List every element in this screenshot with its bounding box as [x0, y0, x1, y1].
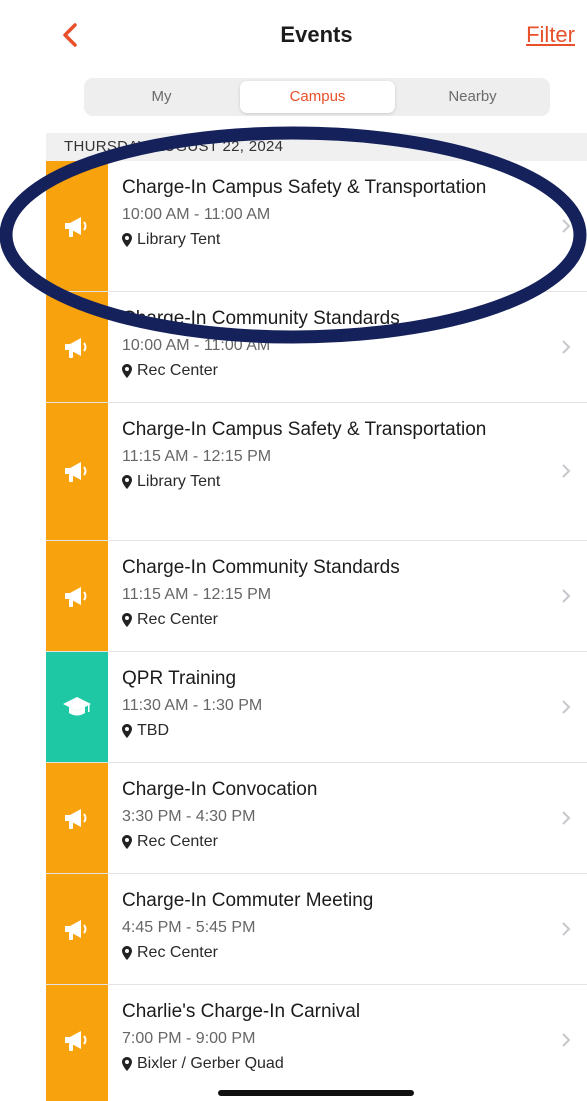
event-time: 11:30 AM - 1:30 PM [122, 697, 263, 714]
event-content: Charlie's Charge-In Carnival 7:00 PM - 9… [122, 999, 547, 1075]
chevron-right-icon [562, 219, 571, 233]
megaphone-icon [65, 1031, 87, 1051]
event-location-label: TBD [137, 722, 169, 739]
location-pin-icon [122, 946, 132, 960]
event-location-label: Rec Center [137, 362, 218, 379]
category-stripe [46, 874, 108, 984]
event-title: Charge-In Campus Safety & Transportation [122, 177, 487, 198]
location-pin-icon [122, 835, 132, 849]
chevron-right-icon [562, 811, 571, 825]
event-title: Charge-In Convocation [122, 779, 318, 800]
megaphone-icon [65, 809, 87, 829]
filter-button[interactable]: Filter [526, 22, 575, 48]
category-stripe [46, 985, 108, 1101]
category-stripe [46, 161, 108, 291]
event-time: 10:00 AM - 11:00 AM [122, 337, 271, 354]
chevron-right-icon [562, 464, 571, 478]
category-stripe [46, 292, 108, 402]
event-location: Bixler / Gerber Quad [122, 1053, 547, 1075]
event-location: Library Tent [122, 471, 547, 493]
chevron-right-icon [562, 700, 571, 714]
event-time: 11:15 AM - 12:15 PM [122, 586, 272, 603]
event-title: Charge-In Community Standards [122, 308, 400, 329]
location-pin-icon [122, 364, 132, 378]
location-pin-icon [122, 1057, 132, 1071]
events-screen: Events Filter My Campus Nearby THURSDAY,… [46, 0, 587, 1101]
event-row[interactable]: Charlie's Charge-In Carnival 7:00 PM - 9… [46, 985, 587, 1101]
category-stripe [46, 763, 108, 873]
event-time: 10:00 AM - 11:00 AM [122, 206, 271, 223]
event-location: Rec Center [122, 609, 547, 631]
event-location-label: Rec Center [137, 611, 218, 628]
category-stripe [46, 403, 108, 540]
event-row[interactable]: Charge-In Campus Safety & Transportation… [46, 403, 587, 541]
event-content: QPR Training 11:30 AM - 1:30 PM TBD [122, 666, 547, 742]
event-row[interactable]: Charge-In Commuter Meeting 4:45 PM - 5:4… [46, 874, 587, 985]
event-location-label: Library Tent [137, 473, 221, 490]
event-title: QPR Training [122, 668, 237, 689]
event-location: TBD [122, 720, 547, 742]
nav-header: Events Filter [46, 0, 587, 70]
event-content: Charge-In Campus Safety & Transportation… [122, 417, 547, 493]
event-row[interactable]: Charge-In Community Standards 11:15 AM -… [46, 541, 587, 652]
event-location: Rec Center [122, 831, 547, 853]
chevron-right-icon [562, 340, 571, 354]
category-stripe [46, 541, 108, 651]
left-margin [0, 0, 46, 1101]
event-location-label: Rec Center [137, 833, 218, 850]
event-row[interactable]: Charge-In Convocation 3:30 PM - 4:30 PM … [46, 763, 587, 874]
event-content: Charge-In Community Standards 10:00 AM -… [122, 306, 547, 382]
event-title: Charge-In Community Standards [122, 557, 400, 578]
event-content: Charge-In Campus Safety & Transportation… [122, 175, 547, 251]
event-location-label: Bixler / Gerber Quad [137, 1055, 284, 1072]
event-time: 4:45 PM - 5:45 PM [122, 919, 256, 936]
event-location-label: Rec Center [137, 944, 218, 961]
home-indicator [218, 1090, 414, 1096]
megaphone-icon [65, 587, 87, 607]
event-row[interactable]: Charge-In Campus Safety & Transportation… [46, 161, 587, 292]
event-content: Charge-In Commuter Meeting 4:45 PM - 5:4… [122, 888, 547, 964]
category-stripe [46, 652, 108, 762]
event-title: Charge-In Commuter Meeting [122, 890, 374, 911]
page-title: Events [280, 22, 353, 47]
event-location: Rec Center [122, 942, 547, 964]
megaphone-icon [65, 462, 87, 482]
location-pin-icon [122, 724, 132, 738]
event-title: Charlie's Charge-In Carnival [122, 1001, 361, 1022]
location-pin-icon [122, 613, 132, 627]
event-title: Charge-In Campus Safety & Transportation [122, 419, 487, 440]
graduation-cap-icon [63, 697, 91, 716]
megaphone-icon [65, 920, 87, 940]
megaphone-icon [65, 217, 87, 237]
event-row[interactable]: Charge-In Community Standards 10:00 AM -… [46, 292, 587, 403]
view-segmented-control: My Campus Nearby [84, 78, 550, 116]
event-location-label: Library Tent [137, 231, 221, 248]
location-pin-icon [122, 233, 132, 247]
chevron-right-icon [562, 922, 571, 936]
event-time: 7:00 PM - 9:00 PM [122, 1030, 256, 1047]
event-row[interactable]: QPR Training 11:30 AM - 1:30 PM TBD [46, 652, 587, 763]
event-content: Charge-In Convocation 3:30 PM - 4:30 PM … [122, 777, 547, 853]
chevron-right-icon [562, 1033, 571, 1047]
event-location: Library Tent [122, 229, 547, 251]
date-section-header: THURSDAY, AUGUST 22, 2024 [46, 133, 587, 161]
event-location: Rec Center [122, 360, 547, 382]
event-content: Charge-In Community Standards 11:15 AM -… [122, 555, 547, 631]
tab-campus[interactable]: Campus [240, 81, 395, 113]
chevron-right-icon [562, 589, 571, 603]
tab-nearby[interactable]: Nearby [395, 78, 550, 116]
tab-my[interactable]: My [84, 78, 239, 116]
event-time: 3:30 PM - 4:30 PM [122, 808, 256, 825]
event-time: 11:15 AM - 12:15 PM [122, 448, 272, 465]
location-pin-icon [122, 475, 132, 489]
megaphone-icon [65, 338, 87, 358]
